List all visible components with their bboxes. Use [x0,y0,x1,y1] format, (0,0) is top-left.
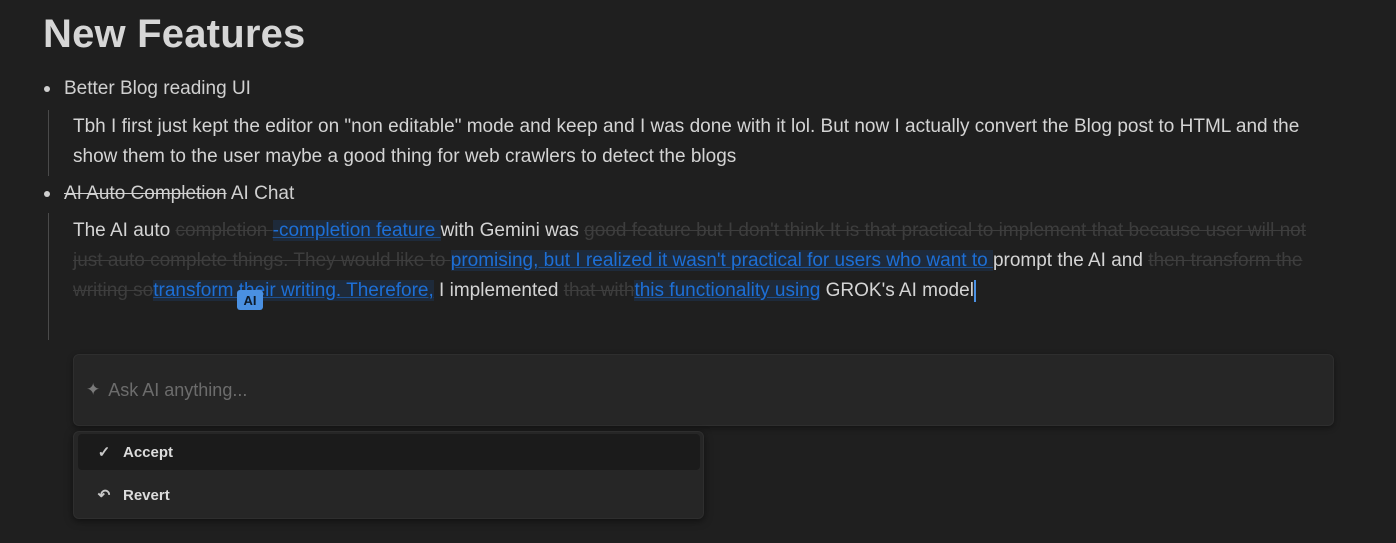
text-segment[interactable]: with Gemini was [441,220,585,241]
revert-button[interactable]: ↶ Revert [78,477,700,513]
accept-button[interactable]: ✓ Accept [78,434,700,470]
quote-bar [48,110,49,176]
inserted-text[interactable]: this functionality using [634,280,821,301]
check-icon: ✓ [97,444,111,461]
list-item-blog-ui: Better Blog reading UI [44,78,251,100]
text-segment[interactable]: prompt the AI and [993,250,1148,271]
struck-text[interactable]: AI Auto Completion [64,183,227,205]
deleted-text[interactable]: completion [175,220,272,241]
list-item-label[interactable]: AI Chat [227,183,294,205]
sparkle-icon: ✦ [86,380,101,399]
page-title: New Features [43,12,306,56]
ask-ai-box[interactable]: ✦ [73,354,1334,426]
blog-ui-paragraph[interactable]: Tbh I first just kept the editor on "non… [73,112,1338,172]
ai-cursor-tag: AI [237,290,263,310]
list-item-label[interactable]: Better Blog reading UI [64,78,251,100]
ask-ai-input[interactable] [106,378,1211,402]
list-item-ai-chat: AI Auto Completion AI Chat [44,183,294,205]
inserted-text[interactable]: transform their writing. Therefore, [153,280,434,301]
ai-suggestion-menu: ✓ Accept ↶ Revert [73,431,704,519]
text-segment[interactable]: The AI auto [73,220,175,241]
inserted-text[interactable]: -completion feature [272,220,441,241]
inserted-text[interactable]: promising, but I realized it wasn't prac… [450,250,993,271]
quote-bar [48,213,49,340]
bullet-dot [44,191,50,197]
text-segment[interactable]: GROK's AI model [820,280,974,301]
revert-label: Revert [123,486,170,504]
text-segment[interactable]: I implemented [434,280,564,301]
text-cursor [973,279,976,302]
bullet-dot [44,86,50,92]
deleted-text[interactable]: that with [564,280,635,301]
accept-label: Accept [123,443,174,461]
undo-icon: ↶ [97,487,111,504]
